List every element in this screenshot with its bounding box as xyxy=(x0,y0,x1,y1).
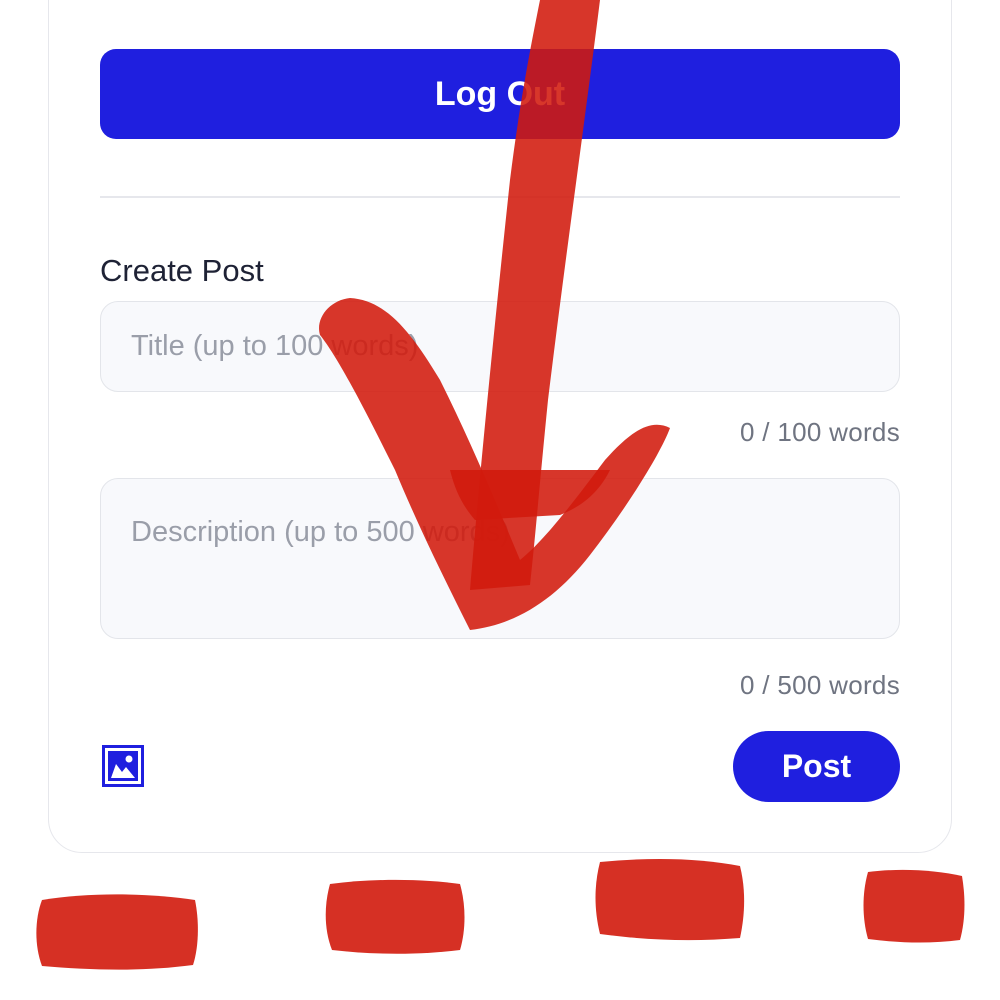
image-icon-graphic xyxy=(102,745,144,787)
post-button[interactable]: Post xyxy=(733,731,900,802)
title-word-counter: 0 / 100 words xyxy=(740,417,900,447)
redaction-marks xyxy=(36,858,965,970)
image-icon[interactable] xyxy=(102,745,144,787)
post-title-input[interactable] xyxy=(100,301,900,392)
create-post-heading: Create Post xyxy=(100,253,264,288)
logout-button[interactable]: Log Out xyxy=(100,49,900,139)
description-word-counter: 0 / 500 words xyxy=(740,670,900,700)
post-description-input[interactable] xyxy=(100,478,900,639)
divider xyxy=(100,196,900,198)
